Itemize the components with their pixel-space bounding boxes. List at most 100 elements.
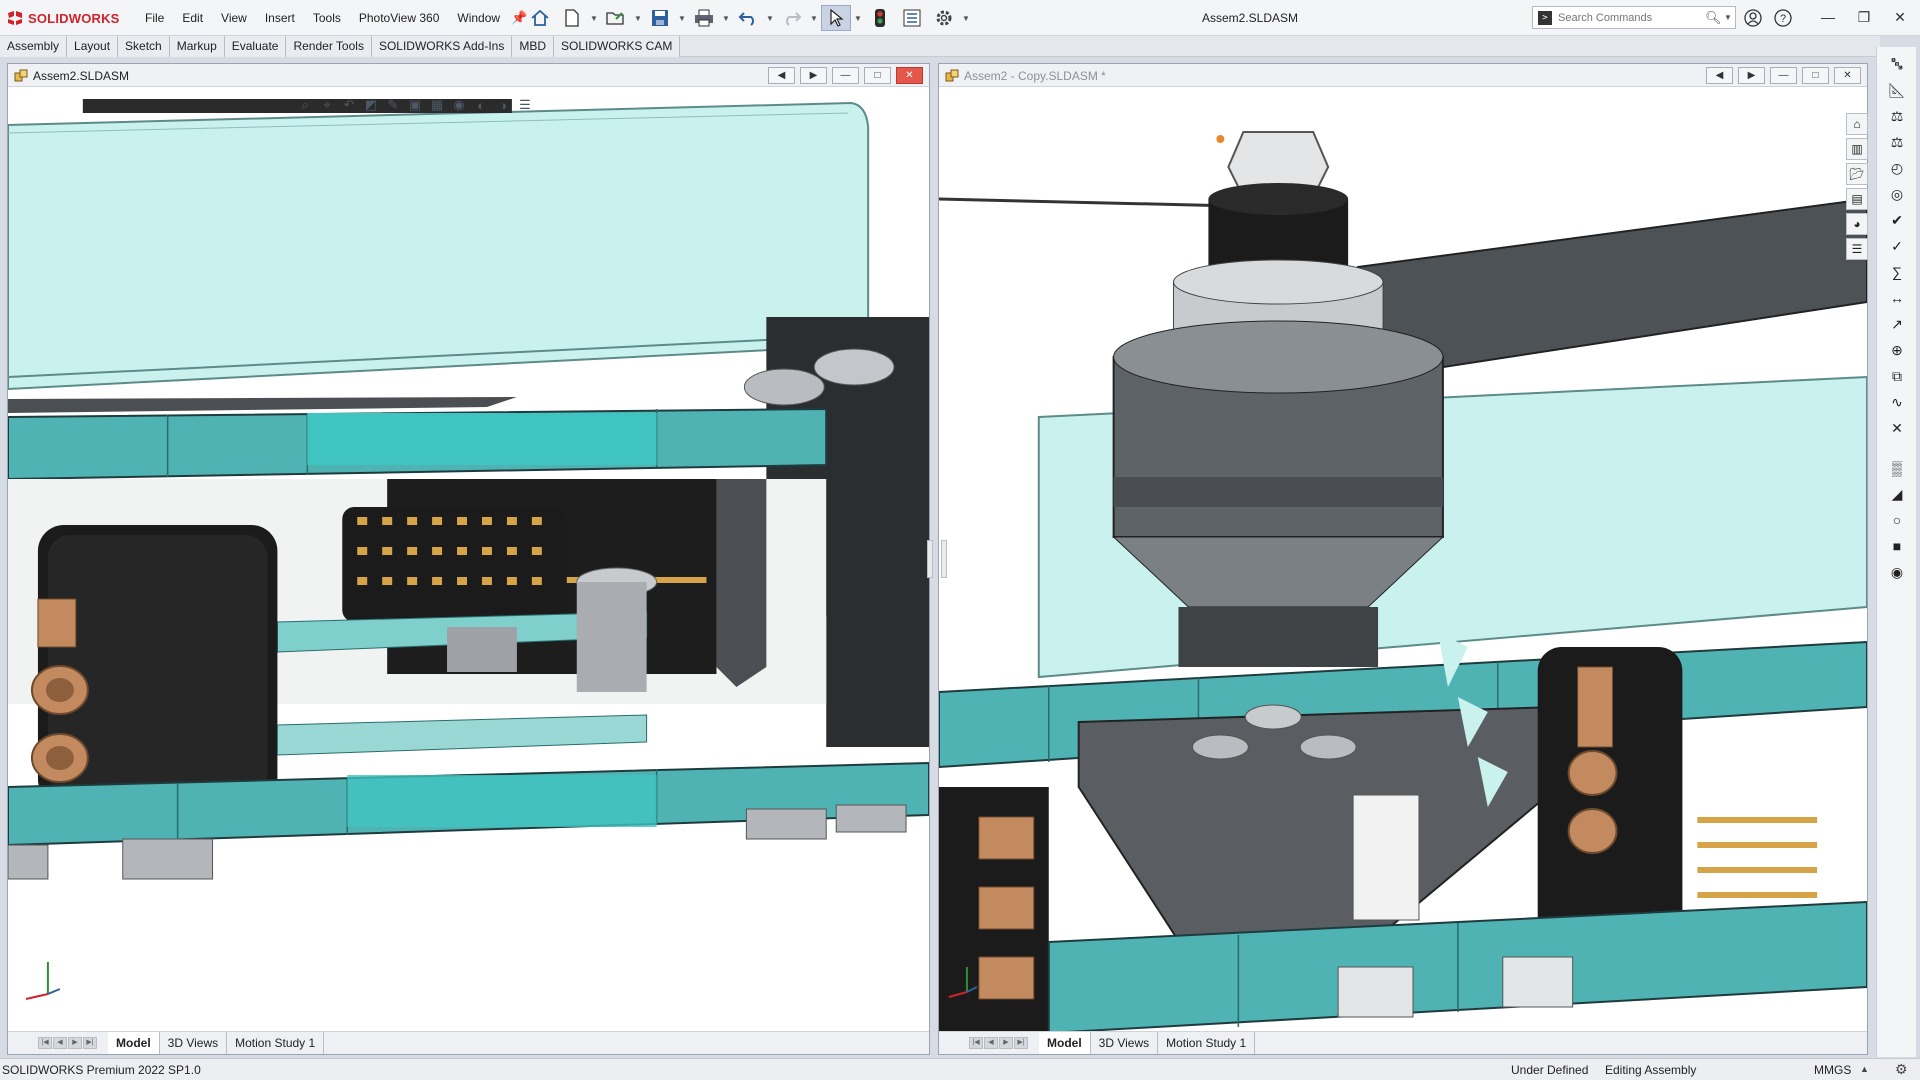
last-tab-icon[interactable]: ▶| (1014, 1037, 1028, 1049)
tab-solidworks-addins[interactable]: SOLIDWORKS Add-Ins (371, 36, 513, 57)
next-view-icon[interactable]: ▶︎ (800, 67, 827, 84)
menu-tools[interactable]: Tools (304, 6, 350, 30)
left-graphics-window[interactable]: Assem2.SLDASM ◀︎ ▶︎ — □ ✕ |◀ ◀ ▶ ▶| Mode… (7, 63, 930, 1055)
right-window-titlebar[interactable]: Assem2 - Copy.SLDASM * ◀︎ ▶︎ — □ ✕ (939, 64, 1867, 87)
import-diagnostics-icon[interactable]: ✕ (1886, 417, 1908, 439)
next-tab-icon[interactable]: ▶ (68, 1037, 82, 1049)
previous-view-icon[interactable]: ↶ (340, 97, 358, 113)
zoom-area-icon[interactable]: ⌖ (318, 97, 336, 113)
tab-mbd[interactable]: MBD (512, 36, 554, 57)
tab-3d-views[interactable]: 3D Views (1091, 1032, 1159, 1054)
tab-layout[interactable]: Layout (67, 36, 119, 57)
close-icon[interactable]: ✕ (896, 67, 923, 84)
menu-file[interactable]: File (136, 6, 173, 30)
help-icon[interactable]: ? (1770, 5, 1796, 31)
prev-tab-icon[interactable]: ◀ (53, 1037, 67, 1049)
search-dropdown-icon[interactable]: ▼ (1721, 13, 1735, 22)
tab-solidworks-cam[interactable]: SOLIDWORKS CAM (554, 36, 681, 57)
new-document-icon[interactable] (557, 5, 587, 31)
unit-system-dropdown-icon[interactable]: ▲ (1860, 1064, 1869, 1074)
performance-icon[interactable]: ↗ (1886, 313, 1908, 335)
right-graphics-window[interactable]: Assem2 - Copy.SLDASM * ◀︎ ▶︎ — □ ✕ |◀ ◀ … (938, 63, 1868, 1055)
spell-check-icon[interactable]: 🔤︎ (1886, 53, 1908, 75)
hole-alignment-icon[interactable]: ⊕ (1886, 339, 1908, 361)
curvature-icon[interactable]: ∿ (1886, 391, 1908, 413)
left-model-view[interactable] (8, 87, 929, 1033)
app-brand[interactable]: SOLIDWORKS (6, 10, 120, 26)
options-gear-icon[interactable] (929, 5, 959, 31)
compare-documents-icon[interactable]: ⧉ (1886, 365, 1908, 387)
previous-view-icon[interactable]: ◀︎ (1706, 67, 1733, 84)
search-commands-box[interactable]: > 🔍︎ ▼ (1532, 6, 1736, 29)
solidworks-resources-icon[interactable]: ⌂ (1846, 113, 1868, 135)
tab-render-tools[interactable]: Render Tools (286, 36, 372, 57)
interference-detection-icon[interactable]: ⚖︎ (1886, 105, 1908, 127)
view-settings-icon[interactable]: ☰ (516, 97, 534, 113)
custom-properties-icon[interactable]: ☰ (1846, 238, 1868, 260)
home-icon[interactable] (525, 5, 555, 31)
left-window-titlebar[interactable]: Assem2.SLDASM ◀︎ ▶︎ — □ ✕ (8, 64, 929, 87)
measure-icon[interactable]: 📐︎ (1886, 79, 1908, 101)
minimize-icon[interactable]: — (1770, 67, 1797, 84)
display-style-icon[interactable]: ▦ (428, 97, 446, 113)
tab-3d-views[interactable]: 3D Views (160, 1032, 228, 1054)
new-dropdown-icon[interactable]: ▼ (589, 5, 599, 31)
draft-analysis-icon[interactable]: ◢ (1886, 483, 1908, 505)
save-icon[interactable] (645, 5, 675, 31)
tab-motion-study[interactable]: Motion Study 1 (227, 1032, 325, 1054)
apply-scene-icon[interactable]: ◑ (494, 97, 512, 113)
zoom-to-fit-icon[interactable]: ⌕ (296, 97, 314, 113)
menu-window[interactable]: Window (448, 6, 509, 30)
tab-model[interactable]: Model (1039, 1032, 1091, 1054)
design-library-icon[interactable]: ▥ (1846, 138, 1868, 160)
redo-icon[interactable] (777, 5, 807, 31)
tab-model[interactable]: Model (108, 1032, 160, 1054)
menu-insert[interactable]: Insert (256, 6, 304, 30)
next-tab-icon[interactable]: ▶ (999, 1037, 1013, 1049)
open-folder-icon[interactable] (601, 5, 631, 31)
last-tab-icon[interactable]: ▶| (83, 1037, 97, 1049)
redo-dropdown-icon[interactable]: ▼ (809, 5, 819, 31)
minimize-icon[interactable]: — (1810, 0, 1846, 34)
next-view-icon[interactable]: ▶︎ (1738, 67, 1765, 84)
undo-dropdown-icon[interactable]: ▼ (765, 5, 775, 31)
restore-icon[interactable]: ❐ (1846, 0, 1882, 34)
maximize-icon[interactable]: □ (864, 67, 891, 84)
close-icon[interactable]: ✕ (1834, 67, 1861, 84)
first-tab-icon[interactable]: |◀ (969, 1037, 983, 1049)
left-split-handle[interactable] (927, 540, 933, 578)
select-dropdown-icon[interactable]: ▼ (853, 5, 863, 31)
save-dropdown-icon[interactable]: ▼ (677, 5, 687, 31)
select-cursor-icon[interactable] (821, 5, 851, 31)
zebra-stripes-icon[interactable]: ▒ (1886, 457, 1908, 479)
search-input[interactable] (1558, 11, 1705, 24)
user-account-icon[interactable] (1740, 5, 1766, 31)
prev-tab-icon[interactable]: ◀ (984, 1037, 998, 1049)
section-view-icon[interactable]: ◩ (362, 97, 380, 113)
open-dropdown-icon[interactable]: ▼ (633, 5, 643, 31)
tab-assembly[interactable]: Assembly (0, 36, 68, 57)
tab-motion-study[interactable]: Motion Study 1 (1158, 1032, 1256, 1054)
section-properties-icon[interactable]: ◴ (1886, 157, 1908, 179)
print-icon[interactable] (689, 5, 719, 31)
undo-icon[interactable] (733, 5, 763, 31)
previous-view-icon[interactable]: ◀︎ (768, 67, 795, 84)
file-properties-icon[interactable] (897, 5, 927, 31)
unit-system[interactable]: MMGS (1814, 1063, 1851, 1077)
tab-evaluate[interactable]: Evaluate (224, 36, 287, 57)
right-model-view[interactable] (939, 87, 1867, 1033)
edit-appearance-icon[interactable]: ◐ (472, 97, 490, 113)
clearance-icon[interactable]: ↔ (1886, 287, 1908, 309)
close-icon[interactable]: ✕ (1882, 0, 1918, 34)
maximize-icon[interactable]: □ (1802, 67, 1829, 84)
sensor-icon[interactable]: ◎ (1886, 183, 1908, 205)
check-icon[interactable]: ✔︎ (1886, 209, 1908, 231)
view-orientation-icon[interactable]: ▣ (406, 97, 424, 113)
customize-statusbar-icon[interactable]: ⚙︎ (1895, 1061, 1908, 1078)
geometry-analysis-icon[interactable]: ○ (1886, 509, 1908, 531)
right-split-handle[interactable] (941, 540, 947, 578)
view-palette-icon[interactable]: ▤ (1846, 188, 1868, 210)
symmetry-check-icon[interactable]: ◉ (1886, 561, 1908, 583)
thickness-analysis-icon[interactable]: ■ (1886, 535, 1908, 557)
minimize-icon[interactable]: — (832, 67, 859, 84)
